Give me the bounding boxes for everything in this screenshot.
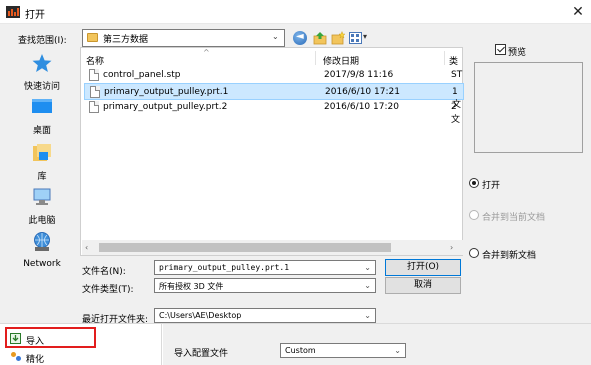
- tree-item-refine[interactable]: 精化: [26, 352, 44, 365]
- radio-merge-new-label: 合并到新文档: [482, 251, 537, 261]
- place-this-pc[interactable]: 此电脑: [7, 187, 77, 226]
- place-desktop[interactable]: 桌面: [7, 97, 77, 136]
- sort-ascending-icon: ^: [203, 48, 210, 57]
- filename-input[interactable]: primary_output_pulley.prt.1 ⌄: [154, 260, 376, 275]
- star-icon: [32, 54, 52, 72]
- view-dropdown-arrow: ▾: [363, 32, 368, 41]
- radio-merge-new[interactable]: [469, 248, 479, 258]
- chevron-down-icon: ⌄: [272, 32, 279, 41]
- look-in-combo[interactable]: 第三方数据 ⌄: [82, 29, 285, 47]
- radio-open[interactable]: [469, 178, 479, 188]
- place-label: 快速访问: [23, 82, 60, 92]
- back-icon[interactable]: ◄: [293, 31, 307, 45]
- radio-merge-current-label: 合并到当前文档: [482, 213, 546, 223]
- place-label: 桌面: [32, 126, 51, 136]
- file-name: primary_output_pulley.prt.2: [103, 102, 228, 112]
- chevron-down-icon[interactable]: ⌄: [364, 311, 371, 320]
- file-row[interactable]: primary_output_pulley.prt.2 2016/6/10 17…: [84, 99, 464, 125]
- column-divider: [444, 51, 445, 65]
- horizontal-scrollbar[interactable]: ‹ ›: [82, 240, 463, 255]
- chevron-down-icon[interactable]: ⌄: [364, 263, 371, 272]
- highlight-box: [5, 327, 96, 348]
- network-icon: [34, 232, 50, 251]
- radio-open-label: 打开: [482, 181, 501, 191]
- place-label: Network: [23, 259, 61, 269]
- place-network[interactable]: Network: [7, 231, 77, 269]
- preview-label: 预览: [508, 48, 527, 58]
- scroll-left-icon[interactable]: ‹: [85, 243, 88, 252]
- radio-merge-current: [469, 210, 479, 220]
- place-quick-access[interactable]: 快速访问: [7, 53, 77, 92]
- filename-label: 文件名(N):: [82, 267, 126, 277]
- folder-icon: [87, 33, 98, 42]
- look-in-value: 第三方数据: [103, 35, 149, 45]
- place-label: 库: [37, 172, 47, 182]
- file-name: control_panel.stp: [103, 70, 181, 80]
- filename-value: primary_output_pulley.prt.1: [159, 263, 290, 272]
- column-header-type[interactable]: 类: [449, 54, 458, 67]
- file-type: 2 文: [451, 102, 461, 125]
- file-row[interactable]: control_panel.stp 2017/9/8 11:16 ST: [84, 67, 464, 84]
- file-list[interactable]: 名称 ^ 修改日期 类 control_panel.stp 2017/9/8 1…: [80, 47, 464, 256]
- scroll-thumb[interactable]: [99, 243, 391, 252]
- places-bar: 快速访问 桌面 库 此电脑 Network: [7, 47, 77, 315]
- file-date: 2016/6/10 17:21: [325, 87, 400, 97]
- view-menu-icon[interactable]: ▾: [349, 31, 369, 45]
- filetype-value: 所有授权 3D 文件: [159, 282, 224, 291]
- up-folder-icon[interactable]: [313, 31, 327, 45]
- title-bar: 打开 ✕: [0, 0, 591, 24]
- import-config-label: 导入配置文件: [174, 349, 229, 359]
- column-divider: [315, 51, 316, 65]
- column-header-name[interactable]: 名称: [86, 54, 104, 67]
- import-settings-panel: 导入配置文件 Custom ⌄: [163, 324, 591, 365]
- computer-icon: [33, 188, 51, 205]
- recent-folder-select[interactable]: C:\Users\AE\Desktop ⌄: [154, 308, 376, 323]
- file-icon: [89, 101, 99, 113]
- back-arrow-glyph: ◄: [296, 31, 304, 42]
- file-icon: [89, 69, 99, 81]
- window-title: 打开: [25, 10, 45, 21]
- open-button[interactable]: 打开(O): [385, 259, 461, 276]
- close-icon[interactable]: ✕: [568, 2, 588, 22]
- file-date: 2017/9/8 11:16: [324, 70, 394, 80]
- chevron-down-icon[interactable]: ⌄: [364, 281, 371, 290]
- new-folder-icon[interactable]: [331, 30, 346, 45]
- chevron-down-icon[interactable]: ⌄: [394, 346, 401, 355]
- app-icon: [6, 6, 20, 18]
- filetype-label: 文件类型(T):: [82, 285, 134, 295]
- refine-icon: [10, 351, 22, 362]
- file-icon: [90, 86, 100, 98]
- preview-pane: [474, 62, 583, 153]
- import-config-value: Custom: [285, 346, 316, 355]
- preview-checkbox[interactable]: [495, 44, 506, 55]
- place-library[interactable]: 库: [7, 143, 77, 182]
- library-icon: [33, 144, 51, 161]
- filetype-select[interactable]: 所有授权 3D 文件 ⌄: [154, 278, 376, 293]
- place-label: 此电脑: [28, 216, 56, 226]
- look-in-label: 查找范围(I):: [18, 36, 67, 46]
- cancel-button[interactable]: 取消: [385, 277, 461, 294]
- file-name: primary_output_pulley.prt.1: [104, 87, 229, 97]
- recent-folder-value: C:\Users\AE\Desktop: [159, 311, 242, 320]
- file-date: 2016/6/10 17:20: [324, 102, 399, 112]
- file-row-selected[interactable]: primary_output_pulley.prt.1 2016/6/10 17…: [84, 83, 464, 110]
- desktop-icon: [32, 99, 52, 113]
- file-type: ST: [451, 70, 463, 80]
- import-config-select[interactable]: Custom ⌄: [280, 343, 406, 358]
- column-header-date[interactable]: 修改日期: [323, 54, 359, 67]
- scroll-right-icon[interactable]: ›: [450, 243, 453, 252]
